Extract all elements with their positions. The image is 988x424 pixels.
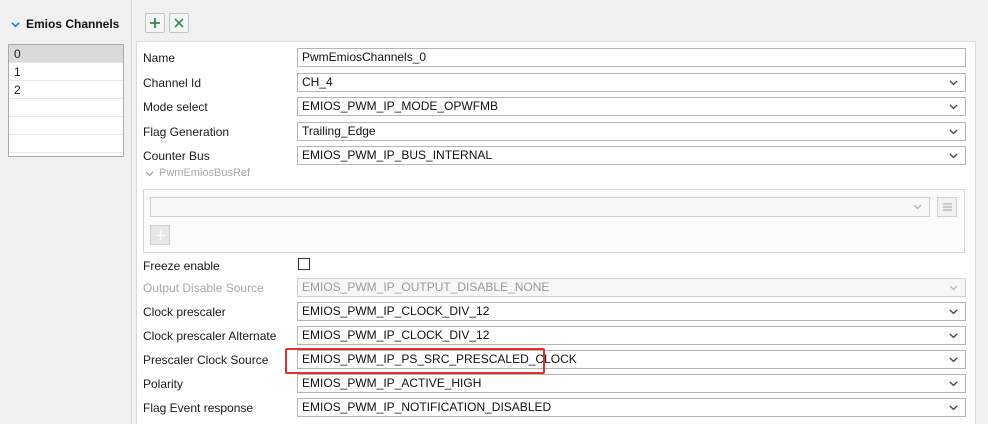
list-item-label: 0 (14, 47, 21, 61)
name-field[interactable]: PwmEmiosChannels_0 (297, 48, 966, 67)
polarity-label: Polarity (143, 377, 184, 391)
chevron-down-icon (949, 147, 959, 164)
counter-bus-value: EMIOS_PWM_IP_BUS_INTERNAL (302, 148, 493, 162)
counter-bus-label: Counter Bus (143, 149, 210, 163)
bus-ref-list-button[interactable] (937, 197, 957, 217)
mode-select-value: EMIOS_PWM_IP_MODE_OPWFMB (302, 99, 499, 113)
chevron-down-icon (949, 351, 959, 368)
clock-prescaler-select[interactable]: EMIOS_PWM_IP_CLOCK_DIV_12 (297, 302, 966, 321)
flag-generation-label: Flag Generation (143, 125, 230, 139)
chevron-down-icon (949, 98, 959, 115)
panel-divider (131, 0, 132, 424)
channel-id-select[interactable]: CH_4 (297, 73, 966, 92)
list-item-label: 1 (14, 65, 21, 79)
add-channel-button[interactable] (145, 13, 165, 33)
clock-prescaler-alt-label: Clock prescaler Alternate (143, 329, 277, 343)
channel-list: 0 1 2 (8, 44, 124, 157)
list-icon (942, 203, 952, 211)
plus-icon (155, 230, 165, 240)
close-icon (174, 18, 184, 28)
list-item[interactable] (9, 135, 123, 153)
chevron-down-icon (145, 170, 154, 176)
clock-prescaler-alt-select[interactable]: EMIOS_PWM_IP_CLOCK_DIV_12 (297, 326, 966, 345)
remove-channel-button[interactable] (169, 13, 189, 33)
flag-generation-value: Trailing_Edge (302, 124, 376, 138)
prescaler-clock-source-value: EMIOS_PWM_IP_PS_SRC_PRESCALED_CLOCK (302, 352, 577, 366)
channel-id-label: Channel Id (143, 76, 202, 90)
list-item[interactable]: 0 (9, 45, 123, 63)
chevron-down-icon (913, 198, 923, 215)
channel-id-value: CH_4 (302, 75, 333, 89)
bus-ref-label: PwmEmiosBusRef (159, 167, 251, 179)
flag-event-response-value: EMIOS_PWM_IP_NOTIFICATION_DISABLED (302, 400, 552, 414)
chevron-down-icon (949, 123, 959, 140)
list-item[interactable] (9, 99, 123, 117)
clock-prescaler-label: Clock prescaler (143, 305, 226, 319)
clock-prescaler-value: EMIOS_PWM_IP_CLOCK_DIV_12 (302, 304, 490, 318)
prescaler-clock-source-label: Prescaler Clock Source (143, 353, 269, 367)
output-disable-source-value: EMIOS_PWM_IP_OUTPUT_DISABLE_NONE (302, 280, 550, 294)
flag-event-response-label: Flag Event response (143, 401, 254, 415)
list-item[interactable] (9, 117, 123, 135)
bus-ref-add-button[interactable] (150, 225, 170, 245)
flag-event-response-select[interactable]: EMIOS_PWM_IP_NOTIFICATION_DISABLED (297, 398, 966, 417)
section-title: Emios Channels (26, 17, 120, 31)
plus-icon (150, 18, 160, 28)
mode-select-select[interactable]: EMIOS_PWM_IP_MODE_OPWFMB (297, 97, 966, 116)
chevron-down-icon (949, 303, 959, 320)
prescaler-clock-source-select[interactable]: EMIOS_PWM_IP_PS_SRC_PRESCALED_CLOCK (297, 350, 966, 369)
section-header-emios-channels[interactable]: Emios Channels (11, 14, 119, 34)
bus-ref-section-header[interactable]: PwmEmiosBusRef (145, 165, 250, 181)
mode-select-label: Mode select (143, 100, 208, 114)
chevron-down-icon (949, 375, 959, 392)
polarity-select[interactable]: EMIOS_PWM_IP_ACTIVE_HIGH (297, 374, 966, 393)
output-disable-source-select: EMIOS_PWM_IP_OUTPUT_DISABLE_NONE (297, 278, 966, 297)
chevron-down-icon (949, 399, 959, 416)
freeze-enable-checkbox[interactable] (298, 258, 310, 270)
bus-ref-select[interactable] (150, 197, 930, 217)
list-item-label: 2 (14, 83, 21, 97)
name-value: PwmEmiosChannels_0 (302, 50, 427, 64)
flag-generation-select[interactable]: Trailing_Edge (297, 122, 966, 141)
chevron-down-icon (949, 279, 959, 296)
output-disable-source-label: Output Disable Source (143, 281, 264, 295)
clock-prescaler-alt-value: EMIOS_PWM_IP_CLOCK_DIV_12 (302, 328, 490, 342)
chevron-down-icon (949, 74, 959, 91)
polarity-value: EMIOS_PWM_IP_ACTIVE_HIGH (302, 376, 482, 390)
freeze-enable-label: Freeze enable (143, 259, 220, 273)
list-item[interactable]: 1 (9, 63, 123, 81)
chevron-down-icon (949, 327, 959, 344)
counter-bus-select[interactable]: EMIOS_PWM_IP_BUS_INTERNAL (297, 146, 966, 165)
name-label: Name (143, 51, 176, 65)
chevron-down-icon (11, 21, 20, 27)
list-item[interactable]: 2 (9, 81, 123, 99)
